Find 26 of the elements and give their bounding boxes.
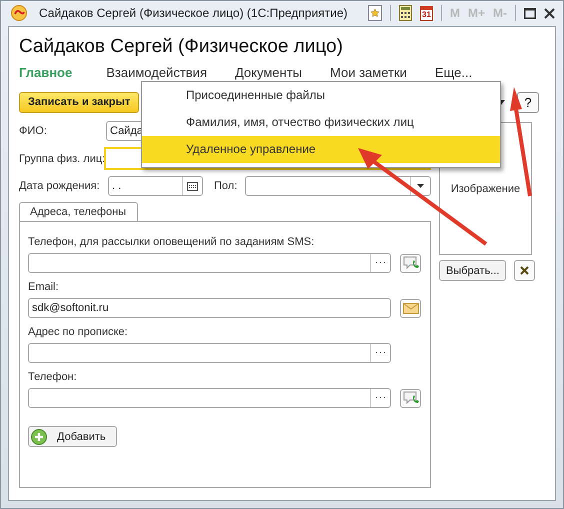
field-value: sdk@softonit.ru [32, 302, 110, 314]
tab[interactable]: Адреса, телефоны [19, 202, 138, 221]
save-and-close-button[interactable]: Записать и закрыт [19, 92, 140, 112]
field-label: Телефон, для рассылки оповещений по заданиям SMS: [28, 236, 316, 248]
window-title: Сайдаков Сергей (Физическое лицо) (1С:Предприятие) [39, 6, 348, 20]
section-link[interactable]: Документы [234, 65, 302, 80]
add-button[interactable]: Добавить [28, 426, 117, 447]
birth-date-field[interactable]: . . [108, 176, 203, 196]
form-heading: Сайдаков Сергей (Физическое лицо) [19, 35, 344, 59]
field-label: Адрес по прописке: [28, 326, 129, 338]
field-label: Email: [28, 281, 60, 293]
menu-item[interactable]: Удаленное управление [142, 136, 500, 163]
section-link[interactable]: Еще... [434, 65, 472, 80]
section-link[interactable]: Мои заметки [330, 65, 407, 80]
field-label: ФИО: [19, 125, 48, 137]
select-button[interactable]: Выбрать... [439, 260, 506, 281]
help-button[interactable]: ? [517, 92, 539, 112]
contact-field[interactable]: sdk@softonit.ru [28, 298, 391, 318]
field-label: Телефон: [28, 371, 78, 383]
field-label: Группа физ. лиц: [19, 152, 104, 164]
section-link[interactable]: Взаимодействия [106, 65, 207, 80]
field-label: Пол: [214, 180, 238, 192]
field-label: Дата рождения: [19, 180, 101, 192]
date-value: . . [112, 180, 122, 192]
calendar-icon[interactable]: 31 [420, 6, 433, 20]
menu-item[interactable]: Присоединенные файлы [142, 82, 500, 109]
